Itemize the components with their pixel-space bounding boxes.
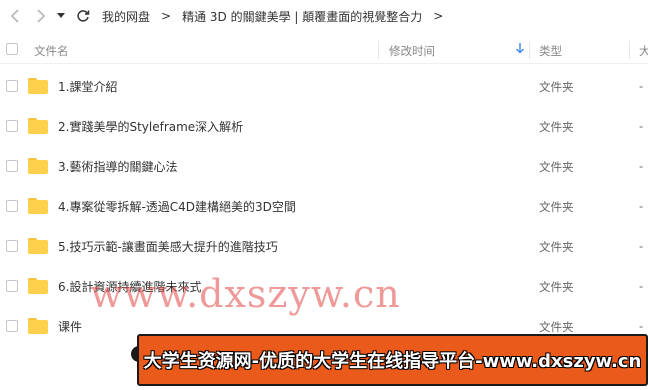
folder-icon xyxy=(28,318,48,334)
folder-icon xyxy=(28,158,48,174)
file-name[interactable]: 5.技巧示範-讓畫面美感大提升的進階技巧 xyxy=(58,238,278,255)
column-divider xyxy=(529,41,530,59)
column-header-name[interactable]: 文件名 xyxy=(34,43,69,59)
file-type: 文件夹 xyxy=(539,80,574,94)
promo-banner-text: 大学生资源网-优质的大学生在线指导平台-www.dxszyw.cn xyxy=(143,351,642,372)
file-row[interactable]: 1.課堂介紹 文件夹 - xyxy=(0,66,648,106)
file-list-header: 文件名 修改时间 类型 大 xyxy=(0,36,648,64)
select-all-checkbox[interactable] xyxy=(6,43,18,55)
sort-down-arrow-icon[interactable] xyxy=(515,42,525,57)
file-row[interactable]: 4.專案從零拆解-透過C4D建構絕美的3D空間 文件夹 - xyxy=(0,186,648,226)
file-size: - xyxy=(639,199,644,213)
file-row[interactable]: 5.技巧示範-讓畫面美感大提升的進階技巧 文件夹 - xyxy=(0,226,648,266)
file-name[interactable]: 1.課堂介紹 xyxy=(58,78,117,95)
file-type: 文件夹 xyxy=(539,160,574,174)
file-size: - xyxy=(639,159,644,173)
file-type: 文件夹 xyxy=(539,200,574,214)
file-type: 文件夹 xyxy=(539,320,574,334)
row-checkbox[interactable] xyxy=(6,80,18,92)
column-header-modified[interactable]: 修改时间 xyxy=(389,43,435,59)
breadcrumb-separator: > xyxy=(433,9,444,23)
forward-icon[interactable] xyxy=(30,5,52,27)
toolbar: 我的网盘 > 精通 3D 的關鍵美學 | 顛覆畫面的視覺整合力 > xyxy=(0,0,648,32)
file-type: 文件夹 xyxy=(539,120,574,134)
history-dropdown-icon[interactable] xyxy=(54,5,68,27)
watermark-text: www.dxszyw.cn xyxy=(90,272,401,316)
promo-banner: 大学生资源网-优质的大学生在线指导平台-www.dxszyw.cn xyxy=(137,334,648,386)
file-size: - xyxy=(639,279,644,293)
column-header-type[interactable]: 类型 xyxy=(539,43,562,59)
file-size: - xyxy=(639,79,644,93)
folder-icon xyxy=(28,238,48,254)
folder-icon xyxy=(28,118,48,134)
breadcrumb-separator: > xyxy=(161,9,172,23)
folder-icon xyxy=(28,278,48,294)
breadcrumb-item-my-drive[interactable]: 我的网盘 xyxy=(102,8,150,25)
breadcrumb-item-current-folder[interactable]: 精通 3D 的關鍵美學 | 顛覆畫面的視覺整合力 xyxy=(182,8,422,25)
file-name[interactable]: 4.專案從零拆解-透過C4D建構絕美的3D空間 xyxy=(58,198,296,215)
back-icon[interactable] xyxy=(4,5,26,27)
folder-icon xyxy=(28,198,48,214)
breadcrumb: 我的网盘 > 精通 3D 的關鍵美學 | 顛覆畫面的視覺整合力 > xyxy=(102,8,454,25)
refresh-icon[interactable] xyxy=(72,5,94,27)
row-checkbox[interactable] xyxy=(6,280,18,292)
file-size: - xyxy=(639,319,644,333)
row-checkbox[interactable] xyxy=(6,200,18,212)
file-row[interactable]: 2.實踐美學的Styleframe深入解析 文件夹 - xyxy=(0,106,648,146)
column-divider xyxy=(378,41,379,59)
file-size: - xyxy=(639,119,644,133)
file-row[interactable]: 3.藝術指導的關鍵心法 文件夹 - xyxy=(0,146,648,186)
column-header-size[interactable]: 大 xyxy=(639,43,648,59)
file-name[interactable]: 课件 xyxy=(58,318,82,335)
file-type: 文件夹 xyxy=(539,240,574,254)
folder-icon xyxy=(28,78,48,94)
file-type: 文件夹 xyxy=(539,280,574,294)
row-checkbox[interactable] xyxy=(6,240,18,252)
row-checkbox[interactable] xyxy=(6,120,18,132)
row-checkbox[interactable] xyxy=(6,160,18,172)
file-name[interactable]: 3.藝術指導的關鍵心法 xyxy=(58,158,177,175)
file-size: - xyxy=(639,239,644,253)
row-checkbox[interactable] xyxy=(6,320,18,332)
file-name[interactable]: 2.實踐美學的Styleframe深入解析 xyxy=(58,118,243,135)
column-divider xyxy=(629,41,630,59)
